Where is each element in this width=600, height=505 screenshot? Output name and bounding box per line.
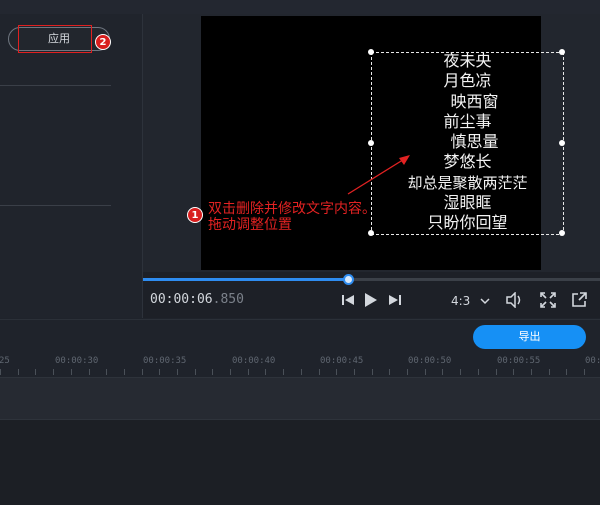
aspect-ratio-value: 4:3 bbox=[451, 294, 471, 308]
tick-mark bbox=[425, 369, 426, 375]
volume-icon[interactable] bbox=[506, 291, 524, 309]
tick-mark bbox=[442, 369, 443, 375]
tick-label: 25 bbox=[0, 356, 10, 366]
tick-label: 00:00:30 bbox=[55, 356, 99, 366]
tick-mark bbox=[372, 369, 373, 375]
tick-mark bbox=[478, 369, 479, 375]
divider bbox=[0, 85, 111, 86]
resize-handle[interactable] bbox=[368, 140, 374, 146]
tick-mark bbox=[407, 369, 408, 375]
step-badge-2: 2 bbox=[95, 34, 111, 50]
chevron-down-icon bbox=[480, 298, 490, 305]
skip-forward-icon[interactable] bbox=[387, 292, 403, 308]
tick-mark bbox=[142, 369, 143, 375]
tick-mark bbox=[283, 369, 284, 375]
progress-knob[interactable] bbox=[343, 274, 354, 285]
tick-mark bbox=[159, 369, 160, 375]
divider bbox=[0, 205, 111, 206]
tick-mark bbox=[35, 369, 36, 375]
progress-fill bbox=[143, 278, 349, 281]
tick-mark bbox=[0, 369, 1, 375]
resize-handle[interactable] bbox=[559, 49, 565, 55]
play-icon[interactable] bbox=[363, 292, 379, 308]
annotation-arrow bbox=[347, 155, 410, 195]
tick-mark bbox=[248, 369, 249, 375]
tick-mark bbox=[301, 369, 302, 375]
tick-mark bbox=[71, 369, 72, 375]
timecode: 00:00:06.850 bbox=[150, 292, 244, 307]
left-panel bbox=[0, 14, 143, 318]
resize-handle[interactable] bbox=[559, 230, 565, 236]
tick-mark bbox=[460, 369, 461, 375]
tick-label: 00:00:35 bbox=[143, 356, 187, 366]
tick-label: 00:00:55 bbox=[497, 356, 541, 366]
timecode-ms: .850 bbox=[212, 292, 244, 307]
tick-mark bbox=[89, 369, 90, 375]
tick-mark bbox=[354, 369, 355, 375]
tick-mark bbox=[549, 369, 550, 375]
tick-mark bbox=[584, 369, 585, 375]
annotation-text: 双击删除并修改文字内容。 拖动调整位置 bbox=[208, 201, 376, 233]
tick-mark bbox=[389, 369, 390, 375]
timeline-track[interactable] bbox=[0, 377, 600, 419]
skip-back-icon[interactable] bbox=[340, 292, 356, 308]
tick-mark bbox=[336, 369, 337, 375]
tick-label: 00:00:50 bbox=[408, 356, 452, 366]
tick-label: 00:00:40 bbox=[232, 356, 276, 366]
tick-label: 00:0 bbox=[585, 356, 600, 366]
tick-mark bbox=[177, 369, 178, 375]
tick-mark bbox=[106, 369, 107, 375]
tick-mark bbox=[531, 369, 532, 375]
caption-bounding-box[interactable] bbox=[368, 49, 565, 236]
resize-handle[interactable] bbox=[368, 49, 374, 55]
popout-icon[interactable] bbox=[571, 292, 587, 308]
tick-mark bbox=[230, 369, 231, 375]
tick-mark bbox=[265, 369, 266, 375]
tick-mark bbox=[124, 369, 125, 375]
tick-mark bbox=[212, 369, 213, 375]
export-button[interactable]: 导出 bbox=[473, 325, 586, 349]
tick-label: 00:00:45 bbox=[320, 356, 364, 366]
tick-mark bbox=[53, 369, 54, 375]
tick-mark bbox=[566, 369, 567, 375]
resize-handle[interactable] bbox=[559, 140, 565, 146]
top-strip bbox=[0, 0, 600, 15]
tick-mark bbox=[195, 369, 196, 375]
tick-mark bbox=[18, 369, 19, 375]
timecode-main: 00:00:06 bbox=[150, 292, 213, 307]
tick-mark bbox=[513, 369, 514, 375]
aspect-ratio-select[interactable]: 4:3 bbox=[451, 294, 490, 308]
tick-mark bbox=[496, 369, 497, 375]
fullscreen-icon[interactable] bbox=[540, 292, 556, 308]
tick-mark bbox=[319, 369, 320, 375]
annotation-line: 双击删除并修改文字内容。 bbox=[208, 201, 376, 217]
annotation-line: 拖动调整位置 bbox=[208, 217, 292, 233]
step-badge-1: 1 bbox=[187, 207, 203, 223]
timeline-track[interactable] bbox=[0, 419, 600, 505]
apply-button-highlight bbox=[18, 25, 92, 53]
